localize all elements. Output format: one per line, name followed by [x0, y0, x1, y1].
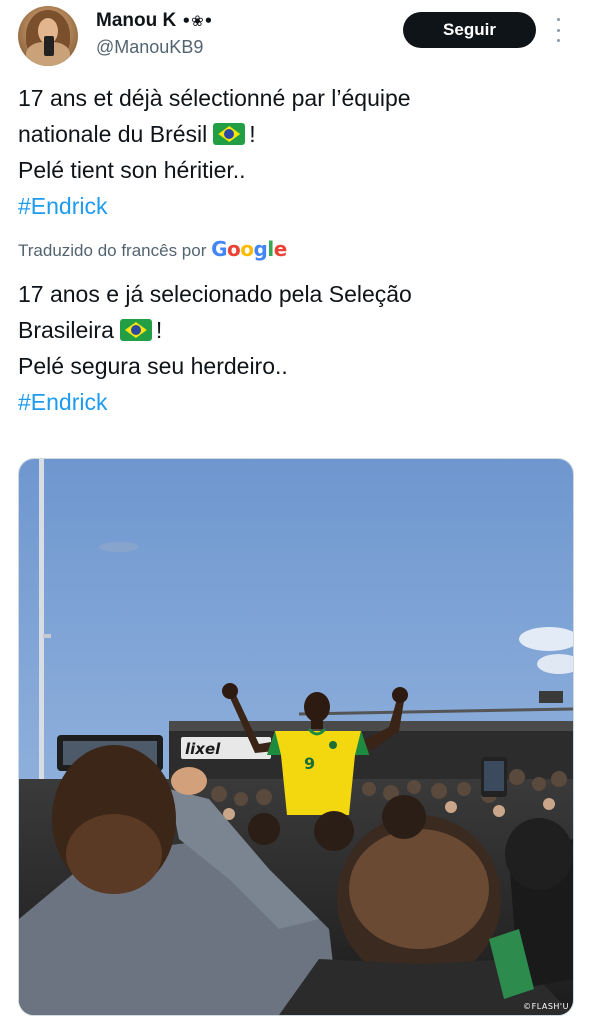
author-name-text[interactable]: Manou K — [96, 10, 176, 31]
photo-credit: ©FLASH'U — [523, 1002, 569, 1011]
google-letter: g — [253, 237, 268, 261]
tweet-photo[interactable]: lixel 9 ©FLASH'U — [18, 458, 574, 1016]
original-line-2-text: nationale du Brésil — [18, 121, 208, 147]
avatar[interactable] — [18, 6, 78, 66]
author-info: Manou K •❀• @ManouKB9 — [96, 10, 213, 58]
author-name-emblem: •❀• — [181, 12, 214, 30]
original-line-3: Pelé tient son héritier.. — [18, 157, 246, 183]
photo-scene: lixel 9 — [19, 459, 573, 1015]
google-logo: Google — [211, 237, 287, 261]
translated-line-1: 17 anos e já selecionado pela Seleção — [18, 281, 412, 307]
jersey-number: 9 — [304, 754, 315, 773]
author-display-name[interactable]: Manou K •❀• — [96, 10, 213, 32]
google-letter: o — [240, 237, 254, 261]
translation-label: Traduzido do francês por — [18, 241, 207, 260]
tweet-text-translated: 17 anos e já selecionado pela Seleção Br… — [18, 276, 568, 420]
original-line-2-end: ! — [249, 121, 256, 147]
google-letter: G — [211, 237, 228, 261]
original-line-1: 17 ans et déjà sélectionné par l’équipe — [18, 85, 411, 111]
translation-attribution[interactable]: Traduzido do francês por Google — [18, 236, 287, 264]
google-letter: e — [273, 237, 288, 261]
translated-line-2-end: ! — [155, 317, 163, 343]
tweet-text-original: 17 ans et déjà sélectionné par l’équipe … — [18, 80, 568, 224]
hashtag-link[interactable]: #Endrick — [18, 384, 568, 420]
translated-line-3: Pelé segura seu herdeiro.. — [18, 353, 288, 379]
tweet-header: Manou K •❀• @ManouKB9 Seguir — [18, 6, 574, 68]
google-letter: o — [227, 237, 241, 261]
translated-line-2: Brasileira! — [18, 312, 568, 348]
brazil-flag-icon — [119, 319, 152, 341]
stadium-sign-text: lixel — [185, 740, 221, 758]
brazil-flag-icon — [213, 123, 246, 145]
follow-button[interactable]: Seguir — [403, 12, 536, 48]
more-vertical-icon[interactable] — [553, 18, 563, 42]
light-pole — [39, 459, 44, 789]
author-handle[interactable]: @ManouKB9 — [96, 36, 213, 58]
hashtag-link[interactable]: #Endrick — [18, 188, 568, 224]
translated-line-2-text: Brasileira — [18, 317, 114, 343]
original-line-2: nationale du Brésil! — [18, 116, 568, 152]
